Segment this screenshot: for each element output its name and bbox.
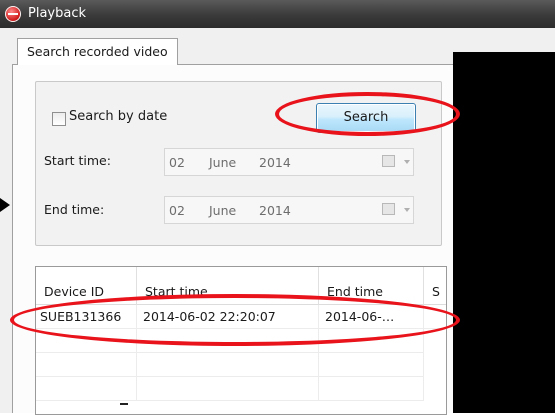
end-time-label: End time: [44,202,105,217]
start-time-label: Start time: [44,153,111,168]
chevron-down-icon[interactable] [404,160,410,164]
table-row-empty [36,353,137,377]
annotation-ellipse-search [275,92,460,136]
start-year[interactable]: 2014 [259,155,291,170]
search-by-date-checkbox[interactable] [52,112,66,126]
window-title: Playback [28,6,87,21]
app-record-icon [5,6,21,22]
table-row-empty [319,353,424,377]
cursor-mark [120,403,128,405]
table-row-empty [319,377,424,401]
table-row-empty [137,353,319,377]
chevron-down-icon[interactable] [404,208,410,212]
end-month[interactable]: June [209,203,236,218]
start-time-picker[interactable]: 02 June 2014 [164,148,414,176]
end-time-picker[interactable]: 02 June 2014 [164,196,414,224]
annotation-ellipse-result-row [10,294,460,346]
end-year[interactable]: 2014 [259,203,291,218]
end-day[interactable]: 02 [169,203,185,218]
table-row-empty [137,377,319,401]
calendar-icon[interactable] [382,155,395,167]
search-by-date-label[interactable]: Search by date [69,109,167,124]
start-month[interactable]: June [209,155,236,170]
tab-search-recorded-video[interactable]: Search recorded video [17,38,178,65]
window-titlebar: Playback [0,0,555,28]
arrow-pointer-icon [0,198,10,212]
video-preview-pane[interactable] [453,52,555,413]
start-day[interactable]: 02 [169,155,185,170]
calendar-icon[interactable] [382,203,395,215]
column-header-s[interactable]: S [424,267,446,305]
table-row-empty [36,377,137,401]
